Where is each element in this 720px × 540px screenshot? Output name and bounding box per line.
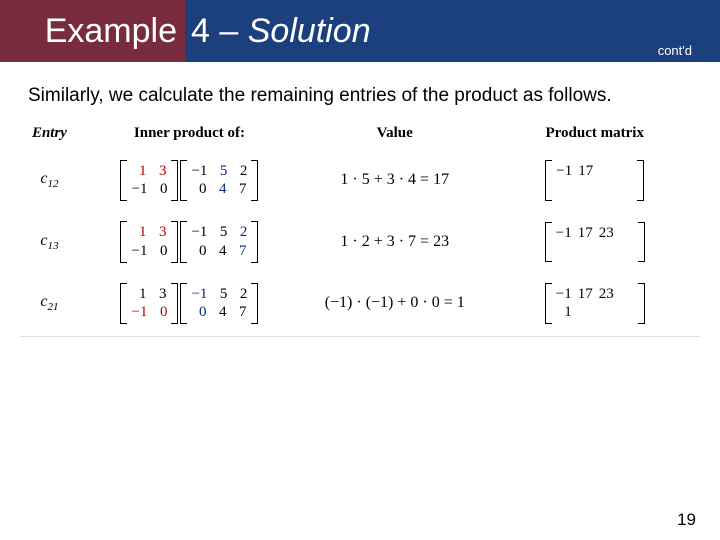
matrix: −117 — [545, 160, 644, 201]
matrix-cell: −1 — [128, 242, 150, 261]
value-cell: 1 · 5 + 3 · 4 = 17 — [300, 150, 489, 212]
intro-text: Similarly, we calculate the remaining en… — [0, 62, 720, 121]
table-row: c2113−10−152047(−1) · (−1) + 0 · 0 = 1−1… — [20, 273, 700, 335]
matrix-cell: 3 — [149, 285, 169, 304]
matrix-cell: 2 — [230, 162, 250, 181]
matrix-cell: 17 — [575, 285, 596, 304]
matrix-cell: 4 — [209, 180, 229, 199]
matrix: 13−10 — [120, 221, 178, 263]
matrix-cell: 1 — [129, 223, 149, 242]
entry-base: c — [40, 170, 47, 187]
matrix: −152 047 — [180, 283, 258, 325]
value-cell: (−1) · (−1) + 0 · 0 = 1 — [300, 273, 489, 335]
product-matrix-cell: −11723 — [489, 211, 700, 273]
value-cell: 1 · 2 + 3 · 7 = 23 — [300, 211, 489, 273]
matrix: −11723 — [545, 222, 645, 263]
title-number: 4 — [191, 12, 210, 50]
matrix-cell: 3 — [149, 162, 169, 181]
col-product: Product matrix — [489, 121, 700, 150]
matrix-cell: 7 — [229, 180, 249, 199]
matrix-cell: 4 — [209, 242, 229, 261]
matrix-cell: 23 — [596, 285, 617, 304]
matrix-cell: 17 — [575, 162, 596, 181]
matrix-cell: −1 — [553, 162, 575, 181]
title-italic: Solution — [248, 12, 371, 50]
page-number: 19 — [677, 510, 696, 530]
product-matrix-cell: −11723 1 — [489, 273, 700, 335]
table-wrap: Entry Inner product of: Value Product ma… — [0, 121, 720, 338]
matrix-cell: 1 — [555, 303, 575, 322]
contd-label: cont'd — [658, 43, 692, 58]
matrix-cell: 23 — [596, 224, 617, 243]
title-left-text: Example — [45, 12, 177, 51]
matrix-cell: 2 — [230, 285, 250, 304]
matrix-cell: 1 — [129, 162, 149, 181]
matrix: −152 047 — [180, 160, 258, 202]
product-matrix-cell: −117 — [489, 150, 700, 212]
matrix-cell: 0 — [189, 180, 209, 199]
entry-cell: c13 — [20, 211, 79, 273]
matrix-cell: 17 — [575, 224, 596, 243]
title-bar: Example 4 – Solution cont'd — [0, 0, 720, 62]
matrix-cell: 0 — [150, 180, 170, 199]
matrix: −11723 1 — [545, 283, 645, 325]
matrix-cell: −1 — [128, 303, 150, 322]
matrix-cell: 5 — [210, 162, 230, 181]
inner-product-cell: 13−10−152047 — [79, 273, 300, 335]
matrix-cell: 1 — [129, 285, 149, 304]
inner-product-cell: 13−10−152047 — [79, 211, 300, 273]
entry-base: c — [40, 293, 47, 310]
matrix-cell: 7 — [229, 303, 249, 322]
matrix-cell: 0 — [189, 303, 209, 322]
matrix-cell: −1 — [553, 285, 575, 304]
table-row: c1213−10−1520471 · 5 + 3 · 4 = 17−117 — [20, 150, 700, 212]
matrix-cell: 0 — [150, 242, 170, 261]
col-value: Value — [300, 121, 489, 150]
col-entry: Entry — [20, 121, 79, 150]
title-right: 4 – Solution — [185, 12, 371, 51]
matrix-cell: −1 — [128, 180, 150, 199]
matrix: 13−10 — [120, 160, 178, 202]
matrix-cell: 0 — [150, 303, 170, 322]
title-dash: – — [210, 12, 248, 50]
matrix-cell: −1 — [188, 162, 210, 181]
entry-sub: 12 — [48, 179, 59, 191]
table-row: c1313−10−1520471 · 2 + 3 · 7 = 23−11723 — [20, 211, 700, 273]
matrix-cell: −1 — [553, 224, 575, 243]
matrix: 13−10 — [120, 283, 178, 325]
matrix-cell: 7 — [229, 242, 249, 261]
separator-line — [20, 336, 700, 337]
matrix-cell: 2 — [230, 223, 250, 242]
col-inner: Inner product of: — [79, 121, 300, 150]
matrix-cell: 5 — [210, 285, 230, 304]
matrix-cell: −1 — [188, 285, 210, 304]
matrix: −152 047 — [180, 221, 258, 263]
entry-cell: c21 — [20, 273, 79, 335]
table-header-row: Entry Inner product of: Value Product ma… — [20, 121, 700, 150]
matrix-cell: −1 — [188, 223, 210, 242]
entry-sub: 21 — [48, 302, 59, 314]
product-table: Entry Inner product of: Value Product ma… — [20, 121, 700, 335]
matrix-cell: 5 — [210, 223, 230, 242]
inner-product-cell: 13−10−152047 — [79, 150, 300, 212]
entry-cell: c12 — [20, 150, 79, 212]
entry-sub: 13 — [48, 240, 59, 252]
matrix-cell: 4 — [209, 303, 229, 322]
matrix-cell: 0 — [189, 242, 209, 261]
title-left: Example — [0, 0, 185, 62]
entry-base: c — [40, 232, 47, 249]
matrix-cell: 3 — [149, 223, 169, 242]
